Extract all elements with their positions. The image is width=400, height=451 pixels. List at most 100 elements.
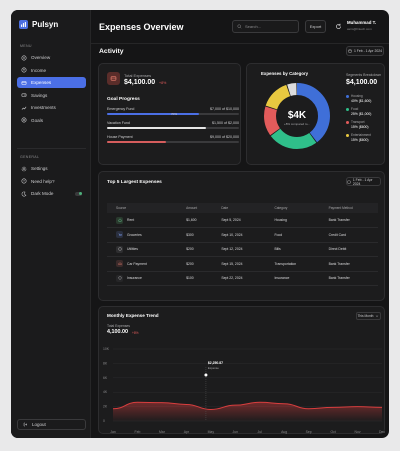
brand-name: Pulsyn <box>32 20 59 29</box>
investments-icon <box>21 105 27 111</box>
monthly-trend-card: Monthly Expense Trend This Month Total E… <box>98 306 385 434</box>
x-tick-label: Oct <box>330 430 335 434</box>
export-button[interactable]: Export <box>305 20 326 33</box>
sidebar: Pulsyn MENU Overview Income Expenses Sav… <box>11 10 91 438</box>
legend-name: Food <box>351 107 359 111</box>
hover-point[interactable] <box>204 373 208 377</box>
logo-icon <box>19 20 28 29</box>
sidebar-item-help[interactable]: ? Need help? <box>17 176 86 187</box>
brand[interactable]: Pulsyn <box>19 20 58 29</box>
table-date-picker[interactable]: 1 Feb - 1 Apr 2024 <box>346 177 381 186</box>
shield-icon <box>116 274 123 282</box>
column-header-payment-method[interactable]: Payment Method <box>319 203 378 213</box>
sidebar-item-overview[interactable]: Overview <box>17 52 86 63</box>
total-expenses-label: Total Expenses <box>124 73 152 78</box>
sidebar-item-dark-mode[interactable]: Dark Mode <box>17 188 86 199</box>
goal-progress-bar: 70% <box>107 112 239 116</box>
sidebar-item-savings[interactable]: Savings <box>17 90 86 101</box>
row-method: Credit Card <box>319 227 378 243</box>
topbar: Expenses Overview Search... Export Muham… <box>91 10 389 44</box>
period-select-value: This Month <box>357 314 374 318</box>
column-header-date[interactable]: Date <box>212 203 266 213</box>
goal-progress-fill <box>107 127 206 129</box>
svg-text:?: ? <box>23 179 25 183</box>
dark-mode-toggle[interactable] <box>75 191 82 196</box>
goal-progress-fill <box>107 141 167 143</box>
legend-value: 15% ($600) <box>351 138 369 142</box>
table-row[interactable]: Rent $1,600 Sept 5, 2024 Housing Bank Tr… <box>107 213 378 228</box>
row-date: Sept 5, 2024 <box>212 213 266 228</box>
donut-center-sub: +8% compared to... <box>284 122 310 126</box>
sidebar-item-label: Income <box>31 67 47 73</box>
sidebar-divider <box>17 148 86 149</box>
moon-icon <box>21 191 27 197</box>
savings-icon <box>21 92 27 98</box>
row-amount: $200 <box>177 242 213 257</box>
donut-center-value: $4K <box>288 110 307 121</box>
legend-item-housing: Housing 40% ($1,600) <box>346 94 371 103</box>
x-tick-label: Aug <box>281 430 287 434</box>
activity-date-picker[interactable]: 1 Feb - 1 Apr 2024 <box>346 46 384 56</box>
period-select[interactable]: This Month <box>356 312 381 320</box>
goal-item: Emergency Fund $7,000 of $10,000 70% <box>107 107 239 116</box>
menu-section-label: MENU <box>20 44 32 48</box>
main-content: Expenses Overview Search... Export Muham… <box>91 10 389 438</box>
table-row[interactable]: Utilities $200 Sept 12, 2024 Bills Direc… <box>107 242 378 257</box>
table-row[interactable]: Car Payment $200 Sept 15, 2024 Transport… <box>107 256 378 272</box>
row-source: Rent <box>127 218 135 222</box>
x-tick-label: Mar <box>159 430 166 434</box>
monthly-trend-chart: 10K 8K 6K 4K 2K 0 Jan Feb Mar Apr May Jun Jul Aug Sep O… <box>103 347 385 434</box>
legend-value: 40% ($1,600) <box>351 99 372 103</box>
goal-percent: 70% <box>171 112 178 116</box>
logout-button[interactable]: Logout <box>17 419 86 430</box>
sidebar-item-label: Dark Mode <box>31 191 54 196</box>
segments-breakdown-label: Segments Breakdown <box>346 73 382 77</box>
refresh-icon[interactable] <box>335 23 342 30</box>
legend-name: Housing <box>351 94 363 98</box>
row-method: Bank Transfer <box>319 213 378 228</box>
user-profile[interactable]: Muhammad T. asim@fintech.com <box>347 20 376 31</box>
row-category: Food <box>265 227 320 243</box>
trend-total-value: 4,100.00 <box>107 329 128 335</box>
trend-area <box>113 402 382 421</box>
sidebar-item-income[interactable]: Income <box>17 65 86 76</box>
table-row[interactable]: Insurance $100 Sept 22, 2024 Insurance B… <box>107 271 378 286</box>
row-date: Sept 10, 2024 <box>212 227 266 243</box>
sidebar-item-goals[interactable]: Goals <box>17 115 86 126</box>
sidebar-item-investments[interactable]: Investments <box>17 102 86 113</box>
logout-icon <box>23 422 28 427</box>
legend-name: Transport <box>351 120 365 124</box>
tooltip-value: $2,250.87 <box>208 361 223 365</box>
y-tick-label: 6K <box>103 376 108 380</box>
category-donut-chart: $4K +8% compared to... <box>264 83 330 149</box>
goal-progress-fill <box>107 113 200 115</box>
calendar-icon <box>347 180 351 184</box>
help-icon: ? <box>21 178 27 184</box>
row-method: Bank Transfer <box>319 256 378 272</box>
x-tick-label: Jun <box>233 430 239 434</box>
row-amount: $100 <box>177 271 213 286</box>
date-range-label: 1 Feb - 1 Apr 2024 <box>352 177 373 186</box>
sidebar-item-settings[interactable]: Settings <box>17 163 86 174</box>
goal-progress-bar <box>107 127 239 129</box>
sidebar-item-expenses[interactable]: Expenses <box>17 77 86 88</box>
x-tick-label: Feb <box>135 430 141 434</box>
column-header-amount[interactable]: Amount <box>177 203 213 213</box>
search-input[interactable]: Search... <box>232 20 299 33</box>
column-header-category[interactable]: Category <box>265 203 320 213</box>
general-nav: Settings ? Need help? Dark Mode <box>17 163 86 201</box>
x-tick-label: Apr <box>184 430 190 434</box>
legend-dot <box>346 94 349 98</box>
table-row[interactable]: Groceries $300 Sept 10, 2024 Food Credit… <box>107 227 378 243</box>
column-header-source[interactable]: Source <box>107 203 178 213</box>
search-placeholder: Search... <box>245 24 262 29</box>
goal-amount: $9,000 of $20,000 <box>210 135 239 139</box>
app-window: Pulsyn MENU Overview Income Expenses Sav… <box>11 10 389 438</box>
activity-title: Activity <box>99 48 124 55</box>
income-icon <box>21 67 27 73</box>
total-expenses-change: +8% <box>159 81 167 85</box>
legend-item-food: Food 25% ($1,000) <box>346 107 371 116</box>
search-icon <box>237 24 242 29</box>
largest-expenses-table: Source Amount Date Category Payment Meth… <box>107 203 378 286</box>
logout-label: Logout <box>32 422 46 427</box>
